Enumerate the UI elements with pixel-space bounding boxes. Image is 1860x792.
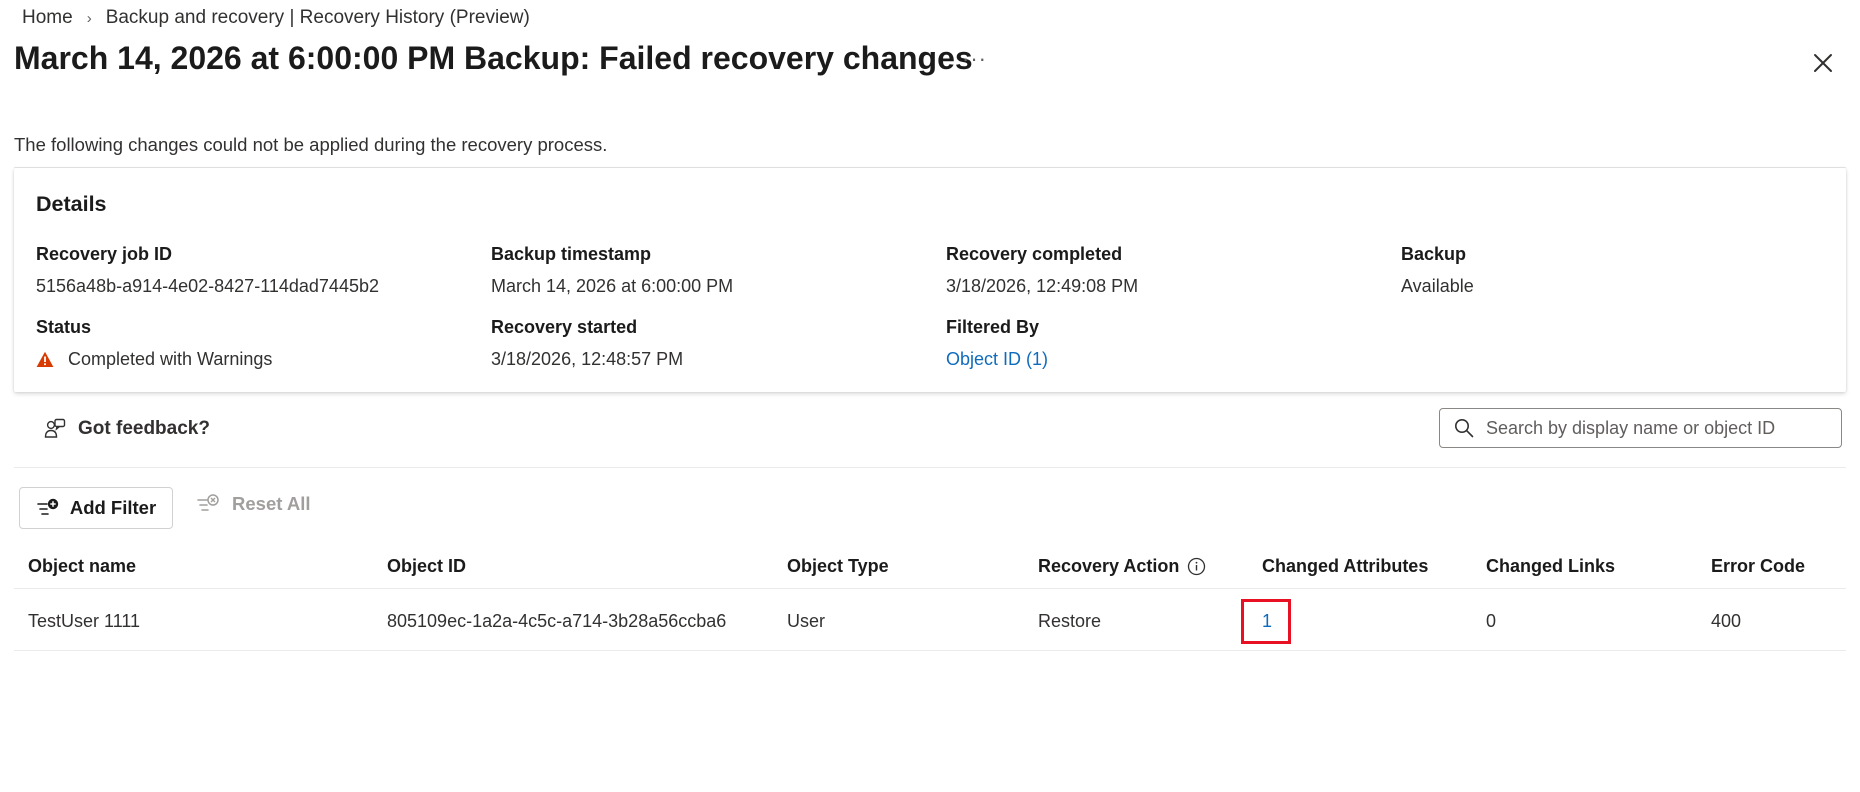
warning-icon [36, 351, 54, 367]
divider [14, 467, 1846, 468]
breadcrumb-separator: › [86, 9, 92, 27]
column-header-changed-attributes[interactable]: Changed Attributes [1262, 556, 1428, 577]
details-heading: Details [36, 192, 107, 216]
add-filter-button[interactable]: Add Filter [19, 487, 173, 529]
close-icon [1814, 54, 1832, 72]
column-header-object-id[interactable]: Object ID [387, 556, 466, 577]
page-title: March 14, 2026 at 6:00:00 PM Backup: Fai… [14, 40, 973, 76]
field-value: Available [1401, 276, 1474, 296]
field-backup-timestamp: Backup timestamp March 14, 2026 at 6:00:… [491, 244, 733, 297]
feedback-icon [44, 418, 66, 438]
filtered-by-link[interactable]: Object ID (1) [946, 349, 1048, 370]
status-text: Completed with Warnings [68, 349, 273, 369]
page-description: The following changes could not be appli… [14, 134, 608, 155]
breadcrumb-home[interactable]: Home [22, 7, 73, 29]
search-input[interactable] [1484, 416, 1818, 440]
field-label: Recovery completed [946, 244, 1123, 264]
table-header-divider [14, 588, 1846, 589]
field-label: Filtered By [946, 317, 1040, 337]
reset-all-label: Reset All [232, 493, 311, 514]
cell-error-code: 400 [1711, 611, 1742, 631]
field-label: Recovery job ID [36, 244, 173, 264]
column-header-label: Recovery Action [1038, 556, 1180, 576]
search-icon [1455, 419, 1474, 438]
field-recovery-job-id: Recovery job ID 5156a48b-a914-4e02-8427-… [36, 244, 379, 297]
reset-filter-icon [197, 494, 219, 511]
field-label: Backup [1401, 244, 1467, 264]
cell-object-type: User [787, 611, 826, 631]
field-value: Completed with Warnings [36, 349, 272, 370]
field-value: 3/18/2026, 12:48:57 PM [491, 349, 684, 369]
field-value: 3/18/2026, 12:49:08 PM [946, 276, 1139, 296]
highlight-box [1241, 599, 1291, 644]
cell-object-id: 805109ec-1a2a-4c5c-a714-3b28a56ccba6 [387, 611, 727, 631]
column-header-recovery-action[interactable]: Recovery Action [1038, 556, 1206, 577]
search-box[interactable] [1439, 408, 1842, 448]
reset-all-button[interactable]: Reset All [196, 493, 310, 515]
field-backup: Backup Available [1401, 244, 1474, 297]
field-recovery-completed: Recovery completed 3/18/2026, 12:49:08 P… [946, 244, 1138, 297]
breadcrumb: Home › Backup and recovery | Recovery Hi… [22, 7, 530, 29]
column-header-error-code[interactable]: Error Code [1711, 556, 1805, 577]
more-options-button[interactable]: ··· [962, 46, 987, 72]
cell-object-name: TestUser 1111 [28, 611, 141, 631]
column-header-object-type[interactable]: Object Type [787, 556, 889, 577]
field-recovery-started: Recovery started 3/18/2026, 12:48:57 PM [491, 317, 683, 370]
field-value: March 14, 2026 at 6:00:00 PM [491, 276, 734, 296]
info-icon[interactable] [1187, 557, 1206, 576]
field-label: Recovery started [491, 317, 638, 337]
field-label: Status [36, 317, 92, 337]
cell-recovery-action: Restore [1038, 611, 1102, 631]
feedback-button[interactable]: Got feedback? [44, 418, 210, 440]
field-label: Backup timestamp [491, 244, 652, 264]
breadcrumb-current[interactable]: Backup and recovery | Recovery History (… [106, 7, 530, 29]
field-status: Status Completed with Warnings [36, 317, 272, 370]
add-filter-label: Add Filter [69, 497, 157, 518]
field-filtered-by: Filtered By Object ID (1) [946, 317, 1048, 370]
details-card: Details Recovery job ID 5156a48b-a914-4e… [14, 168, 1846, 392]
column-header-changed-links[interactable]: Changed Links [1486, 556, 1615, 577]
add-filter-icon [37, 498, 59, 515]
feedback-label: Got feedback? [78, 418, 210, 439]
close-button[interactable] [1810, 50, 1836, 76]
cell-changed-links: 0 [1486, 611, 1497, 631]
table-row-divider [14, 650, 1846, 651]
column-header-object-name[interactable]: Object name [28, 556, 136, 577]
field-value: 5156a48b-a914-4e02-8427-114dad7445b2 [36, 276, 379, 296]
